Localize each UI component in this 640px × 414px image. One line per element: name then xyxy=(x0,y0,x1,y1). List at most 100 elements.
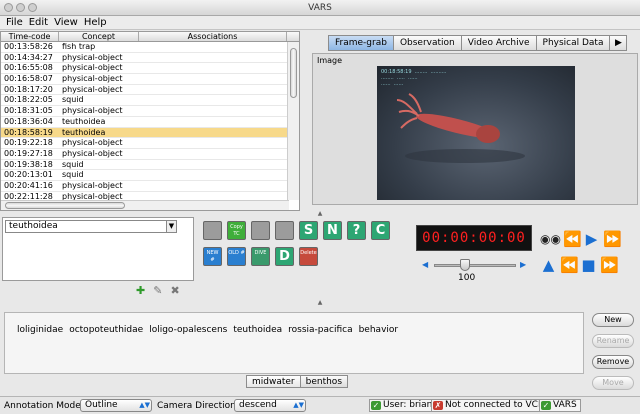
association-item[interactable]: behavior xyxy=(359,325,399,335)
column-header-concept[interactable]: Concept xyxy=(59,32,139,41)
table-row[interactable]: 00:22:11:28 physical-object xyxy=(1,192,299,200)
table-vertical-scrollbar[interactable] xyxy=(287,42,299,200)
delete-icon[interactable]: ✖ xyxy=(170,284,179,297)
shuttle-speed-slider[interactable]: ◀ ▶ 100 xyxy=(420,258,532,283)
shuttle-rewind-icon[interactable]: ⏪ xyxy=(560,256,579,274)
table-row[interactable]: 00:20:41:16 physical-object xyxy=(1,181,299,192)
table-row[interactable]: 00:14:34:27 physical-object xyxy=(1,53,299,64)
table-row[interactable]: 00:20:13:01 squid xyxy=(1,170,299,181)
scroll-thumb[interactable] xyxy=(290,48,297,98)
binoculars-icon[interactable]: ◉◉ xyxy=(540,230,561,248)
concept-combo-value: teuthoidea xyxy=(9,221,58,231)
concept-combo[interactable]: teuthoidea ▼ xyxy=(5,220,177,233)
tab-midwater[interactable]: midwater xyxy=(246,375,301,388)
table-row[interactable]: 00:16:58:07 physical-object xyxy=(1,74,299,85)
menu-help[interactable]: Help xyxy=(81,16,110,29)
association-item[interactable]: loligo-opalescens xyxy=(149,325,227,335)
table-row[interactable]: 00:18:58:19 teuthoidea xyxy=(1,127,299,139)
tab-scroll-right-button[interactable]: ▶ xyxy=(609,35,628,51)
table-row[interactable]: 00:19:27:18 physical-object xyxy=(1,149,299,160)
help-button[interactable]: ? xyxy=(347,221,366,240)
tab-frame-grab[interactable]: Frame-grab xyxy=(328,35,394,51)
zoom-window-button[interactable] xyxy=(28,3,37,12)
timecode-cell: 00:14:34:27 xyxy=(4,52,53,62)
table-horizontal-scrollbar[interactable] xyxy=(1,200,289,210)
add-icon[interactable]: ✚ xyxy=(136,284,145,297)
dive-button[interactable]: DIVE xyxy=(251,247,270,266)
tab-observation[interactable]: Observation xyxy=(392,35,462,51)
split-divider[interactable]: ▲ xyxy=(0,211,640,217)
chevron-down-icon[interactable]: ▼ xyxy=(166,221,176,232)
fast-forward-icon[interactable]: ⏩ xyxy=(603,230,622,248)
concept-cell: physical-object xyxy=(62,180,123,190)
table-row[interactable]: 00:18:31:05 physical-object xyxy=(1,106,299,117)
association-item[interactable]: loliginidae xyxy=(17,325,63,335)
slider-track[interactable] xyxy=(434,264,516,267)
remove-button[interactable]: Remove xyxy=(592,355,634,369)
slider-left-arrow-icon[interactable]: ◀ xyxy=(422,260,428,269)
table-row[interactable]: 00:18:36:04 teuthoidea xyxy=(1,117,299,128)
column-header-associations[interactable]: Associations xyxy=(139,32,287,41)
slider-knob[interactable] xyxy=(460,259,470,271)
delete-button[interactable]: Delete xyxy=(299,247,318,266)
table-row[interactable]: 00:18:22:05 squid xyxy=(1,95,299,107)
vcr-display: 00:00:00:00 xyxy=(416,225,532,251)
scroll-thumb[interactable] xyxy=(5,202,125,209)
copy-timecode-button[interactable]: Copy TC xyxy=(227,221,246,240)
menu-edit[interactable]: Edit xyxy=(26,16,51,29)
play-icon[interactable]: ▶ xyxy=(583,230,600,248)
old-number-button[interactable]: OLD # xyxy=(227,247,246,266)
tab-video-archive[interactable]: Video Archive xyxy=(460,35,537,51)
associations-cell xyxy=(139,160,287,170)
concept-cell: physical-object xyxy=(62,84,123,94)
tab-physical-data[interactable]: Physical Data xyxy=(535,35,611,51)
table-row[interactable]: 00:13:58:26 fish trap xyxy=(1,42,299,53)
camera-direction-label: Camera Direction: xyxy=(157,401,239,411)
associations-cell xyxy=(139,95,287,105)
association-item[interactable]: teuthoidea xyxy=(233,325,282,335)
eject-icon[interactable]: ▲ xyxy=(540,256,557,274)
move-button[interactable]: Move xyxy=(592,376,634,390)
s-button[interactable]: S xyxy=(299,221,318,240)
association-item[interactable]: octopoteuthidae xyxy=(69,325,143,335)
slider-right-arrow-icon[interactable]: ▶ xyxy=(520,260,526,269)
associations-cell xyxy=(139,63,287,73)
edit-icon[interactable]: ✎ xyxy=(153,284,162,297)
d-button[interactable]: D xyxy=(275,247,294,266)
associations-cell xyxy=(139,106,287,116)
minimize-window-button[interactable] xyxy=(16,3,25,12)
annotation-mode-select[interactable]: Outline ▲▼ xyxy=(80,399,152,412)
close-window-button[interactable] xyxy=(4,3,13,12)
timecode-cell: 00:22:11:28 xyxy=(4,191,53,200)
new-number-button[interactable]: NEW # xyxy=(203,247,222,266)
rename-button[interactable]: Rename xyxy=(592,334,634,348)
disabled-button[interactable] xyxy=(251,221,270,240)
timecode-cell: 00:18:31:05 xyxy=(4,106,53,116)
disabled-button[interactable] xyxy=(275,221,294,240)
disabled-button[interactable] xyxy=(203,221,222,240)
c-button[interactable]: C xyxy=(371,221,390,240)
image-group-label: Image xyxy=(317,56,343,65)
table-row[interactable]: 00:18:17:20 physical-object xyxy=(1,85,299,96)
frame-grab-image: 00:18:58:19 ........ .......... ........… xyxy=(377,66,575,200)
new-button[interactable]: New xyxy=(592,313,634,327)
menu-bar: File Edit View Help xyxy=(0,16,640,30)
rewind-icon[interactable]: ⏪ xyxy=(563,230,582,248)
table-row[interactable]: 00:19:22:18 physical-object xyxy=(1,138,299,149)
window-controls xyxy=(4,3,37,12)
window-title: VARS xyxy=(308,3,332,13)
n-button[interactable]: N xyxy=(323,221,342,240)
menu-file[interactable]: File xyxy=(3,16,26,29)
table-row[interactable]: 00:16:55:08 physical-object xyxy=(1,63,299,75)
menu-view[interactable]: View xyxy=(51,16,81,29)
association-item[interactable]: rossia-pacifica xyxy=(288,325,352,335)
detail-panel: Frame-grab Observation Video Archive Phy… xyxy=(302,31,640,211)
table-row[interactable]: 00:19:38:18 squid xyxy=(1,160,299,171)
stop-icon[interactable]: ■ xyxy=(580,256,597,274)
vcr-timecode: 00:00:00:00 xyxy=(422,230,526,246)
shuttle-forward-icon[interactable]: ⏩ xyxy=(600,256,619,274)
column-header-timecode[interactable]: Time-code xyxy=(1,32,59,41)
split-divider[interactable]: ▲ xyxy=(0,300,640,306)
tab-benthos[interactable]: benthos xyxy=(299,375,349,388)
camera-direction-select[interactable]: descend ▲▼ xyxy=(234,399,306,412)
